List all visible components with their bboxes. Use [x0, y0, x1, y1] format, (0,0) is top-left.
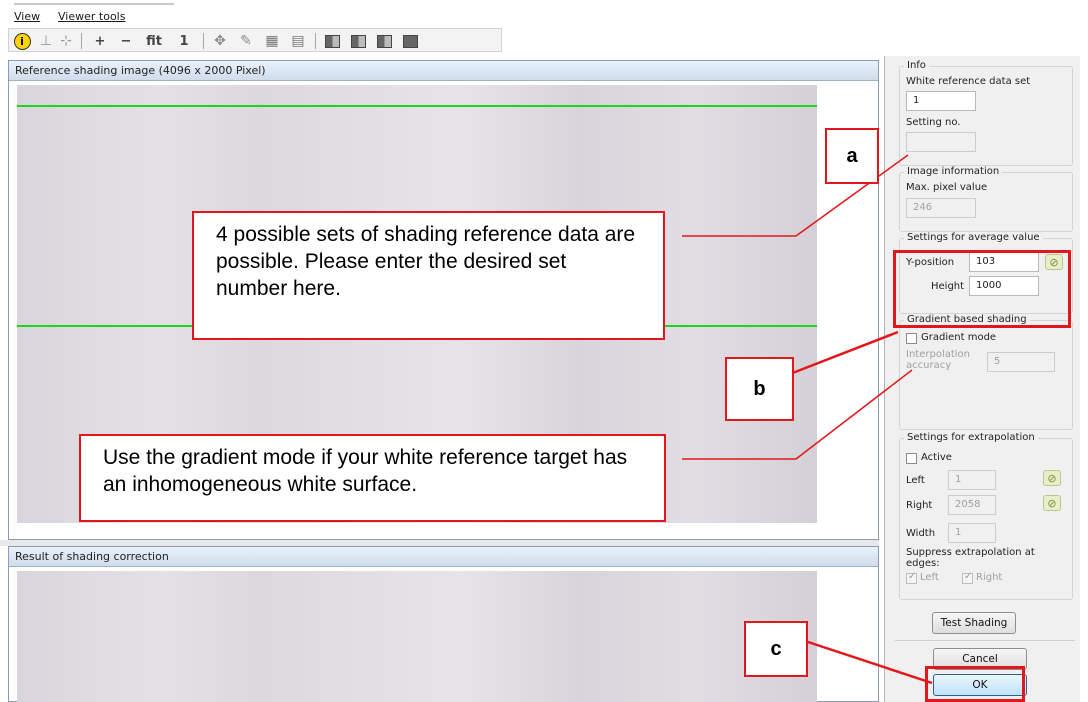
image-info-title: Image information	[904, 166, 1003, 177]
toolbar-divider	[203, 33, 204, 49]
callout-b-label: b	[725, 357, 794, 421]
view-layout-3-icon[interactable]	[375, 32, 393, 50]
edge-right-checkbox[interactable]	[962, 571, 973, 584]
measure-icon[interactable]: ✎	[237, 32, 255, 50]
view-layout-4-icon[interactable]	[401, 32, 419, 50]
grid-icon[interactable]: ▦	[263, 32, 281, 50]
extrapolation-right-label: Right	[906, 500, 933, 511]
suppress-extrapolation-label: Suppress extrapolation at edges:	[906, 547, 1035, 569]
menu-view[interactable]: View	[14, 10, 40, 23]
button-divider	[895, 640, 1075, 641]
setting-no-label: Setting no.	[906, 117, 961, 128]
cropped-title-line	[14, 3, 174, 5]
extrapolation-width-input[interactable]: 1	[948, 523, 996, 543]
reference-pane-title: Reference shading image (4096 x 2000 Pix…	[9, 61, 878, 81]
interpolation-accuracy-input[interactable]: 5	[987, 352, 1055, 372]
actual-size-button[interactable]: 1	[173, 32, 195, 50]
result-pane-title: Result of shading correction	[9, 547, 878, 567]
ok-button-highlight	[925, 666, 1025, 702]
toolbar: i ⊥ ⊹ + − fit 1 ✥ ✎ ▦ ▤	[8, 28, 502, 52]
edge-left-label: Left	[920, 572, 939, 583]
menu-bar: View Viewer tools	[0, 8, 1088, 28]
extrapolation-right-picker-icon[interactable]: ⊘	[1043, 495, 1061, 511]
extrapolation-width-label: Width	[906, 528, 936, 539]
setting-no-input[interactable]	[906, 132, 976, 152]
info-icon: i	[13, 32, 31, 50]
top-strip	[0, 0, 1088, 8]
toolbar-divider	[81, 33, 82, 49]
view-layout-2-icon[interactable]	[349, 32, 367, 50]
edge-right-label: Right	[976, 572, 1003, 583]
max-pixel-label: Max. pixel value	[906, 182, 988, 193]
zoom-out-button[interactable]: −	[115, 32, 137, 50]
info-button[interactable]: i	[13, 32, 31, 50]
menu-viewer-tools[interactable]: Viewer tools	[58, 10, 125, 23]
gradient-mode-label: Gradient mode	[921, 332, 997, 343]
extrapolation-left-input[interactable]: 1	[948, 470, 996, 490]
average-settings-title: Settings for average value	[904, 232, 1043, 243]
crop-tool-icon[interactable]: ⊹	[57, 32, 75, 50]
edge-left-checkbox[interactable]	[906, 571, 917, 584]
average-settings-highlight	[893, 250, 1071, 328]
extrapolation-right-input[interactable]: 2058	[948, 495, 996, 515]
extrapolation-active-label: Active	[921, 452, 952, 463]
white-ref-label: White reference data set	[906, 76, 1031, 87]
test-shading-button[interactable]: Test Shading	[932, 612, 1016, 634]
roi-icon[interactable]: ▤	[289, 32, 307, 50]
white-ref-input[interactable]: 1	[906, 91, 976, 111]
extrapolation-active-checkbox[interactable]	[906, 453, 917, 464]
gradient-mode-checkbox[interactable]	[906, 333, 917, 344]
extrapolation-left-picker-icon[interactable]: ⊘	[1043, 470, 1061, 486]
move-icon[interactable]: ✥	[211, 32, 229, 50]
toolbar-divider	[315, 33, 316, 49]
view-layout-1-icon[interactable]	[323, 32, 341, 50]
callout-a-text: 4 possible sets of shading reference dat…	[192, 211, 665, 340]
interpolation-accuracy-label: Interpolation accuracy	[906, 349, 970, 371]
settings-panel: Info White reference data set 1 Setting …	[884, 56, 1080, 702]
select-tool-icon[interactable]: ⊥	[37, 32, 55, 50]
info-group-title: Info	[904, 60, 929, 71]
roi-top-line[interactable]	[17, 105, 817, 107]
callout-a-label: a	[825, 128, 879, 184]
callout-c-label: c	[744, 621, 808, 677]
max-pixel-value: 246	[906, 198, 976, 218]
zoom-in-button[interactable]: +	[89, 32, 111, 50]
extrapolation-group-title: Settings for extrapolation	[904, 432, 1038, 443]
fit-button[interactable]: fit	[141, 32, 167, 50]
callout-b-text: Use the gradient mode if your white refe…	[79, 434, 666, 522]
extrapolation-left-label: Left	[906, 475, 925, 486]
panel-scrollbar[interactable]	[1080, 56, 1088, 702]
shading-result-image[interactable]	[17, 571, 817, 702]
